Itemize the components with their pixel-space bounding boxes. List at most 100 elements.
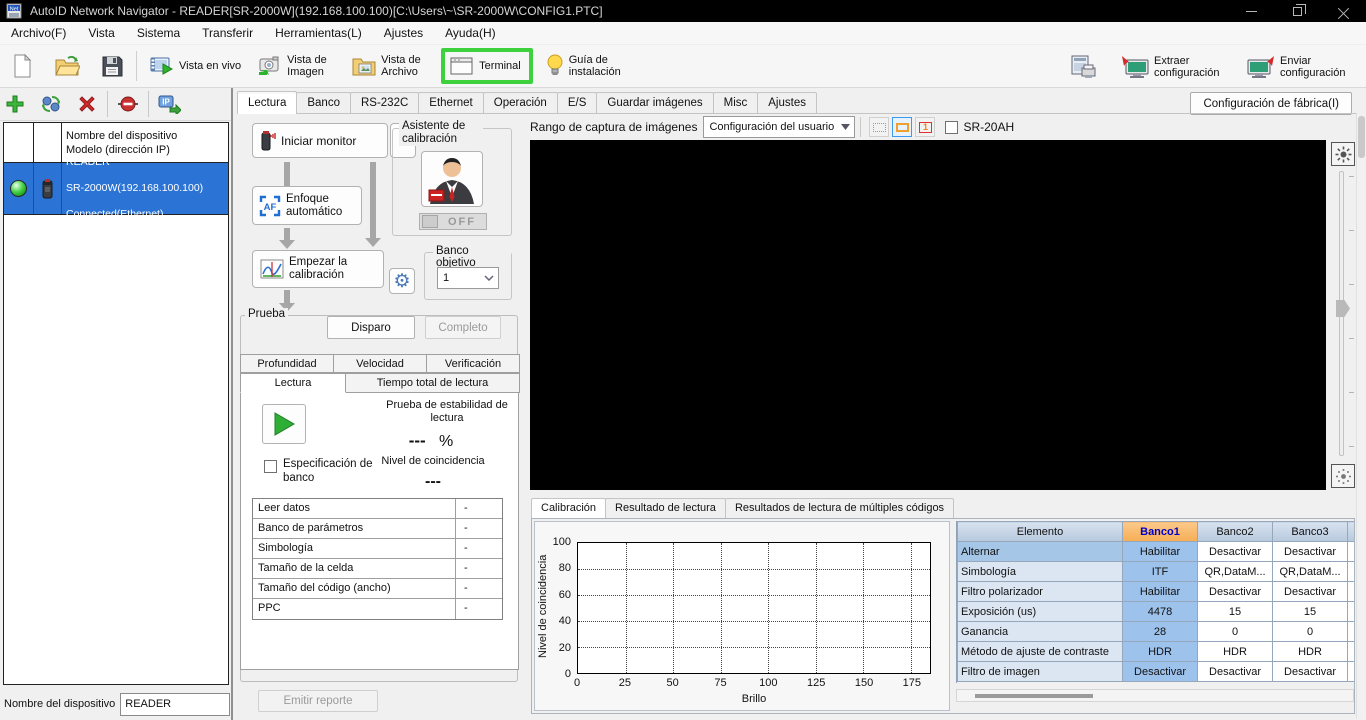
camera-image-view[interactable] xyxy=(530,140,1326,490)
target-bank-select[interactable]: 1 xyxy=(437,267,499,289)
bank-table-hscrollbar[interactable] xyxy=(956,689,1354,702)
live-view-button[interactable]: Vista en vivo xyxy=(143,51,247,81)
tab-misc[interactable]: Misc xyxy=(713,92,759,114)
factory-reset-button[interactable]: Configuración de fábrica(I) xyxy=(1190,92,1352,115)
start-monitor-button[interactable]: Iniciar monitor xyxy=(252,123,388,158)
device-row[interactable]: READER SR-2000W(192.168.100.100) Connect… xyxy=(4,163,228,215)
tab-ethernet[interactable]: Ethernet xyxy=(418,92,483,114)
col-banco4[interactable]: Banco4 xyxy=(1348,522,1355,542)
cell[interactable]: Desactivar xyxy=(1348,582,1355,602)
cell[interactable]: 15 xyxy=(1273,602,1348,622)
tab-lectura[interactable]: Lectura xyxy=(237,91,297,114)
cell[interactable]: HDR xyxy=(1198,642,1273,662)
capture-preset-select[interactable]: Configuración del usuario xyxy=(703,116,855,138)
cell[interactable]: Desactivar xyxy=(1273,662,1348,682)
image-view-button[interactable]: Vista de Imagen xyxy=(251,51,341,81)
cell[interactable]: Desactivar xyxy=(1348,662,1355,682)
run-test-button[interactable] xyxy=(262,404,306,444)
complete-button[interactable]: Completo xyxy=(425,316,501,339)
install-guide-button[interactable]: Guía de instalación xyxy=(539,50,633,82)
cell[interactable]: Habilitar xyxy=(1123,582,1198,602)
test-tab-verificacion[interactable]: Verificación xyxy=(426,354,520,373)
print-config-button[interactable] xyxy=(1064,51,1104,83)
new-file-button[interactable] xyxy=(4,50,40,82)
emit-report-button[interactable]: Emitir reporte xyxy=(258,690,378,712)
disconnect-device-button[interactable] xyxy=(113,90,143,118)
capture-one-button[interactable]: 1 xyxy=(915,117,935,137)
extract-config-button[interactable]: Extraer configuración xyxy=(1114,51,1230,83)
cell[interactable]: Desactivar xyxy=(1198,582,1273,602)
cell[interactable]: Desactivar xyxy=(1123,662,1198,682)
delete-device-button[interactable] xyxy=(72,90,102,118)
cell[interactable]: QR,DataM... xyxy=(1198,562,1273,582)
cell[interactable]: 0 xyxy=(1198,622,1273,642)
cell[interactable]: ITF xyxy=(1123,562,1198,582)
tab-resultados-multiples[interactable]: Resultados de lectura de múltiples códig… xyxy=(725,498,954,518)
cell[interactable]: Desactivar xyxy=(1273,582,1348,602)
cell[interactable]: HDR xyxy=(1123,642,1198,662)
terminal-button[interactable]: Terminal xyxy=(449,54,521,78)
bank-table-hscrollbar-thumb[interactable] xyxy=(975,694,1093,698)
cell[interactable]: Desactivar xyxy=(1348,542,1355,562)
test-tab-lectura[interactable]: Lectura xyxy=(240,373,346,393)
add-device-button[interactable] xyxy=(0,90,30,118)
cell[interactable]: 0 xyxy=(1273,622,1348,642)
send-config-button[interactable]: Enviar configuración xyxy=(1240,51,1356,83)
menu-sistema[interactable]: Sistema xyxy=(126,23,191,43)
col-banco1[interactable]: Banco1 xyxy=(1123,522,1198,542)
menu-archivo[interactable]: Archivo(F) xyxy=(0,23,77,43)
minimize-button[interactable] xyxy=(1228,0,1274,22)
tab-banco[interactable]: Banco xyxy=(296,92,351,114)
cell[interactable]: Desactivar xyxy=(1198,662,1273,682)
cell[interactable]: 15 xyxy=(1198,602,1273,622)
start-calibration-button[interactable]: Empezar la calibración xyxy=(252,250,384,288)
test-tab-tiempo-total[interactable]: Tiempo total de lectura xyxy=(345,373,520,393)
cell[interactable]: Desactivar xyxy=(1198,542,1273,562)
open-file-button[interactable] xyxy=(48,51,86,81)
cell[interactable]: Desactivar xyxy=(1273,542,1348,562)
brightness-slider-handle[interactable] xyxy=(1336,300,1350,317)
calibration-assistant-button[interactable] xyxy=(421,151,483,207)
right-scrollbar-thumb[interactable] xyxy=(1358,116,1365,158)
menu-ayuda[interactable]: Ayuda(H) xyxy=(434,23,506,43)
assistant-toggle[interactable]: OFF xyxy=(419,213,487,230)
cell[interactable]: 15 xyxy=(1348,602,1355,622)
menu-ajustes[interactable]: Ajustes xyxy=(373,23,434,43)
bank-spec-checkbox[interactable] xyxy=(264,460,277,473)
trigger-button[interactable]: Disparo xyxy=(327,316,415,339)
cell[interactable]: Habilitar xyxy=(1123,542,1198,562)
tab-resultado-lectura[interactable]: Resultado de lectura xyxy=(605,498,726,518)
close-button[interactable] xyxy=(1320,0,1366,22)
tab-ajustes[interactable]: Ajustes xyxy=(757,92,817,114)
file-view-button[interactable]: Vista de Archivo xyxy=(345,51,435,81)
restore-button[interactable] xyxy=(1274,0,1320,22)
capture-full-button[interactable] xyxy=(869,117,889,137)
test-tab-profundidad[interactable]: Profundidad xyxy=(240,354,334,373)
tab-operacion[interactable]: Operación xyxy=(483,92,558,114)
tab-calibracion[interactable]: Calibración xyxy=(531,498,606,518)
cell[interactable]: QR,DataM... xyxy=(1273,562,1348,582)
brightness-down-button[interactable] xyxy=(1331,464,1355,488)
refresh-device-button[interactable] xyxy=(36,90,66,118)
test-tab-velocidad[interactable]: Velocidad xyxy=(333,354,427,373)
cell[interactable]: 28 xyxy=(1123,622,1198,642)
col-banco3[interactable]: Banco3 xyxy=(1273,522,1348,542)
sr20ah-checkbox[interactable] xyxy=(945,121,958,134)
menu-vista[interactable]: Vista xyxy=(77,23,125,43)
tab-es[interactable]: E/S xyxy=(557,92,598,114)
capture-custom-button[interactable] xyxy=(892,117,912,137)
tab-rs232c[interactable]: RS-232C xyxy=(350,92,419,114)
tab-guardar-imagenes[interactable]: Guardar imágenes xyxy=(596,92,713,114)
calibration-settings-button[interactable]: ⚙ xyxy=(389,268,415,294)
ip-settings-button[interactable]: IP xyxy=(154,90,184,118)
cell[interactable]: 4478 xyxy=(1123,602,1198,622)
cell[interactable]: HDR xyxy=(1348,642,1355,662)
col-banco2[interactable]: Banco2 xyxy=(1198,522,1273,542)
cell[interactable]: 0 xyxy=(1348,622,1355,642)
cell[interactable]: HDR xyxy=(1273,642,1348,662)
cell[interactable]: QR,DataM... xyxy=(1348,562,1355,582)
menu-herramientas[interactable]: Herramientas(L) xyxy=(264,23,373,43)
save-button[interactable] xyxy=(94,51,130,81)
device-name-input[interactable]: READER xyxy=(120,693,230,716)
menu-transferir[interactable]: Transferir xyxy=(191,23,264,43)
